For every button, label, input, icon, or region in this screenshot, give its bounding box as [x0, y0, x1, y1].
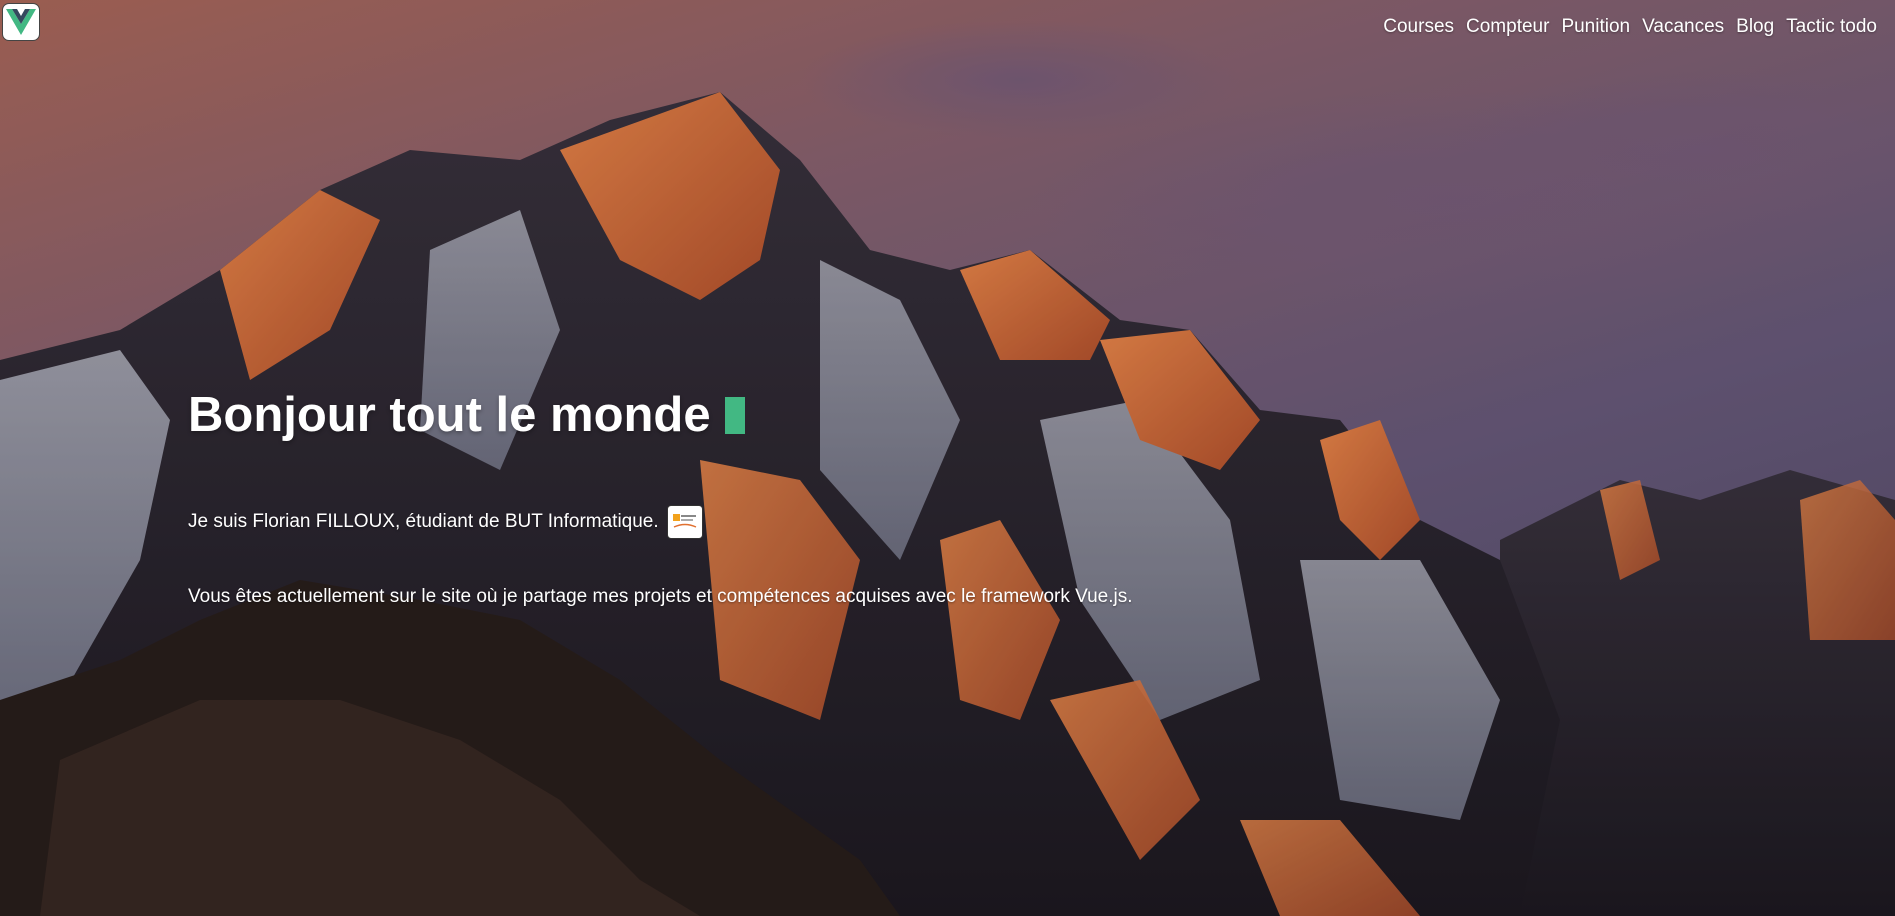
vue-logo-icon[interactable]	[2, 3, 40, 41]
typing-cursor	[724, 396, 745, 434]
nav-link-punition[interactable]: Punition	[1561, 14, 1630, 40]
hero-title: Bonjour tout le monde	[188, 388, 711, 442]
but-informatique-badge-icon	[666, 505, 703, 539]
nav-link-courses[interactable]: Courses	[1383, 14, 1454, 40]
background-dim-overlay	[0, 0, 1895, 916]
nav-link-tactic-todo[interactable]: Tactic todo	[1786, 14, 1877, 40]
nav-link-compteur[interactable]: Compteur	[1466, 14, 1549, 40]
site-description: Vous êtes actuellement sur le site où je…	[188, 586, 1133, 607]
main-nav: Courses Compteur Punition Vacances Blog …	[1383, 14, 1877, 40]
hero-title-row: Bonjour tout le monde	[188, 385, 745, 445]
vue-logo-icon	[6, 9, 36, 35]
intro-text: Je suis Florian FILLOUX, étudiant de BUT…	[188, 511, 659, 532]
nav-link-vacances[interactable]: Vacances	[1642, 14, 1724, 40]
hero-section: Bonjour tout le monde	[188, 385, 745, 445]
page: Courses Compteur Punition Vacances Blog …	[0, 0, 1895, 916]
intro-line: Je suis Florian FILLOUX, étudiant de BUT…	[188, 505, 703, 539]
but-informatique-badge-icon	[671, 512, 698, 532]
nav-link-blog[interactable]: Blog	[1736, 14, 1774, 40]
